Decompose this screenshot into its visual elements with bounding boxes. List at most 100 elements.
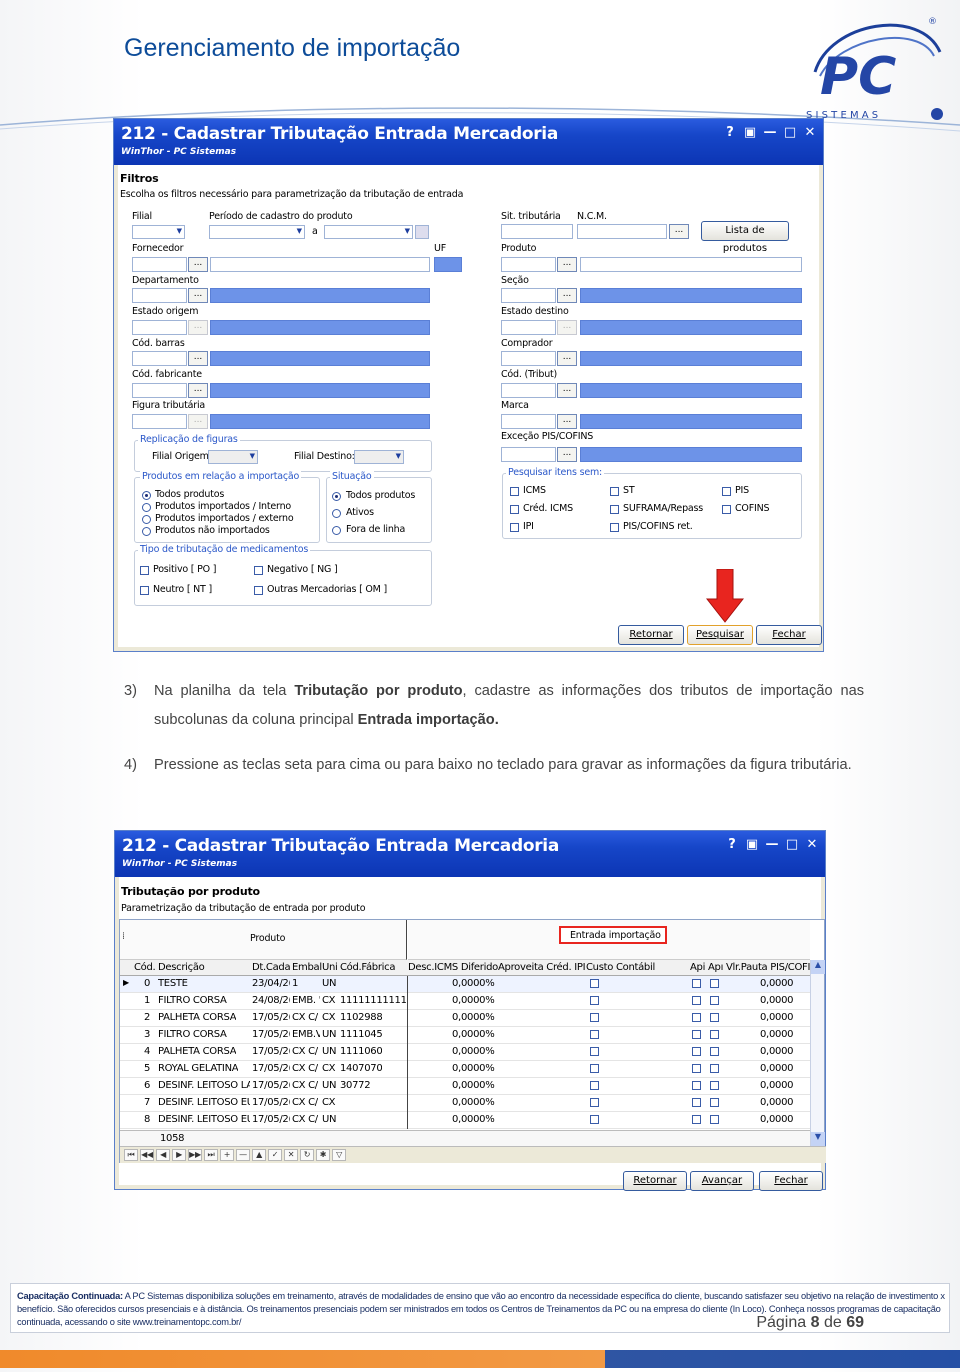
cell-uni[interactable]: UN [322,1114,337,1125]
navigator-icon[interactable]: ◀ [156,1149,170,1161]
produto-code-input[interactable] [501,257,556,272]
table-row[interactable]: 3 FILTRO CORSA 17/05/2(EMB.V UN 1111045 0,000… [120,1027,810,1044]
cell-uni[interactable]: UN [322,1046,337,1057]
produto-lookup-button[interactable]: ... [557,257,577,272]
row-checkbox[interactable] [692,1081,701,1090]
cell-desc[interactable]: PALHETA CORSA [158,1012,236,1023]
estado-origem-lookup-button[interactable]: ... [188,320,208,335]
radio-importados-interno[interactable] [142,503,151,512]
uf-field[interactable] [434,257,462,272]
options-icon[interactable]: ▣ [743,125,757,140]
departamento-lookup-button[interactable]: ... [188,288,208,303]
row-checkbox[interactable] [590,1115,599,1124]
navigator-icon[interactable]: ✱ [316,1149,330,1161]
column-header[interactable]: Vlr.Pauta PIS/COFI [726,962,810,973]
row-checkbox[interactable] [710,1064,719,1073]
options-icon[interactable]: ▣ [745,837,759,852]
navigator-icon[interactable]: + [220,1149,234,1161]
column-header[interactable]: Api [690,962,705,973]
figura-tributaria-lookup-button[interactable]: ... [188,414,208,429]
table-row[interactable]: 6 DESINF. LEITOSO LA 17/05/2(CX C/UN 30772 0… [120,1078,810,1095]
column-header[interactable]: Cód.Fábrica [340,962,395,973]
filial-destino-select[interactable] [354,450,404,464]
cell-uni[interactable]: UN [322,978,337,989]
cell-idx[interactable]: 7 [144,1097,150,1108]
excecao-input[interactable] [501,447,556,462]
fechar-button[interactable]: Fechar [756,625,822,645]
cell-dif[interactable]: 0,0000% [452,995,495,1006]
cell-dt[interactable]: 17/05/2( [252,1097,290,1108]
cell-uni[interactable]: CX [322,995,336,1006]
cell-emb[interactable]: EMB. ' [292,995,320,1006]
ncm-input[interactable] [577,224,667,239]
checkbox-positivo[interactable] [140,566,149,575]
row-checkbox[interactable] [590,1030,599,1039]
cod-fabricante-lookup-button[interactable]: ... [188,383,208,398]
periodo-end-select[interactable] [324,225,413,239]
row-checkbox[interactable] [590,979,599,988]
table-row[interactable]: 1 FILTRO CORSA 24/08/2(EMB. ' CX 11111111111… [120,993,810,1010]
estado-destino-lookup-button[interactable]: ... [557,320,577,335]
navigator-icon[interactable]: ▲ [252,1149,266,1161]
cell-idx[interactable]: 5 [144,1063,150,1074]
radio-situacao-todos[interactable] [332,492,341,501]
radio-importados-externo[interactable] [142,515,151,524]
cell-dt[interactable]: 23/04/2( [252,978,290,989]
pesquisar-button[interactable]: Pesquisar [687,625,753,645]
radio-situacao-fora-linha[interactable] [332,526,341,535]
cell-emb[interactable]: CX C/ [292,1063,318,1074]
cell-uni[interactable]: CX [322,1097,336,1108]
cell-dt[interactable]: 17/05/2( [252,1063,290,1074]
cell-vlr[interactable]: 0,0000 [760,1080,794,1091]
cell-idx[interactable]: 8 [144,1114,150,1125]
cell-dif[interactable]: 0,0000% [452,1097,495,1108]
checkbox-pis-cofins-ret[interactable] [610,523,619,532]
navigator-icon[interactable]: ◀◀ [140,1149,154,1161]
cell-dif[interactable]: 0,0000% [452,1080,495,1091]
row-checkbox[interactable] [590,1064,599,1073]
cell-idx[interactable]: 0 [144,978,150,989]
cell-uni[interactable]: CX [322,1012,336,1023]
maximize-icon[interactable]: □ [783,125,797,140]
row-checkbox[interactable] [692,996,701,1005]
row-checkbox[interactable] [590,996,599,1005]
row-checkbox[interactable] [710,1098,719,1107]
column-header[interactable]: Apı [708,962,723,973]
maximize-icon[interactable]: □ [785,837,799,852]
fornecedor-code-input[interactable] [132,257,187,272]
cell-dt[interactable]: 17/05/2( [252,1029,290,1040]
cell-dt[interactable]: 17/05/2( [252,1114,290,1125]
cell-emb[interactable]: CX C/ [292,1012,318,1023]
cell-vlr[interactable]: 0,0000 [760,995,794,1006]
row-checkbox[interactable] [692,1047,701,1056]
marca-lookup-button[interactable]: ... [557,414,577,429]
navigator-icon[interactable]: ✓ [268,1149,282,1161]
departamento-code-input[interactable] [132,288,187,303]
cell-fab[interactable]: 30772 [340,1080,370,1091]
comprador-lookup-button[interactable]: ... [557,351,577,366]
cell-dif[interactable]: 0,0000% [452,1063,495,1074]
excecao-lookup-button[interactable]: ... [557,447,577,462]
avancar-button[interactable]: Avançar [690,1171,754,1191]
cell-fab[interactable]: 1111060 [340,1046,382,1057]
row-checkbox[interactable] [590,1013,599,1022]
cell-desc[interactable]: TESTE [158,978,188,989]
cell-dif[interactable]: 0,0000% [452,978,495,989]
cell-desc[interactable]: FILTRO CORSA [158,995,227,1006]
cell-uni[interactable]: UN [322,1029,337,1040]
cell-fab[interactable]: 111111111111 [340,995,406,1006]
column-header[interactable]: Embal [292,962,322,973]
estado-origem-input[interactable] [132,320,187,335]
cell-idx[interactable]: 6 [144,1080,150,1091]
checkbox-icms[interactable] [510,487,519,496]
cell-dif[interactable]: 0,0000% [452,1029,495,1040]
checkbox-cofins[interactable] [722,505,731,514]
cell-fab[interactable]: 1102988 [340,1012,382,1023]
checkbox-pis[interactable] [722,487,731,496]
checkbox-cred-icms[interactable] [510,505,519,514]
cell-dif[interactable]: 0,0000% [452,1046,495,1057]
fechar-button[interactable]: Fechar [759,1171,823,1191]
cod-barras-input[interactable] [132,351,187,366]
row-checkbox[interactable] [710,1047,719,1056]
cell-vlr[interactable]: 0,0000 [760,1063,794,1074]
